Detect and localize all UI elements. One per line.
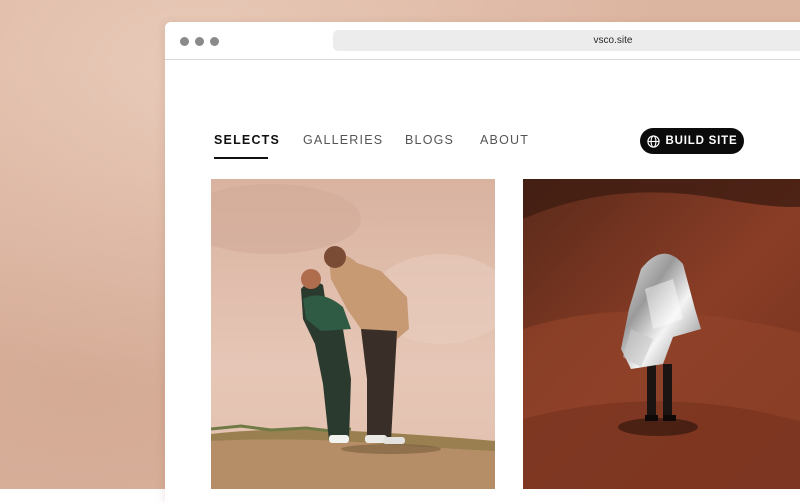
nav-item-galleries[interactable]: GALLERIES	[303, 133, 383, 147]
active-nav-underline	[214, 157, 268, 159]
globe-icon	[646, 134, 660, 148]
browser-chrome: vsco.site	[165, 22, 800, 60]
address-bar-url: vsco.site	[593, 35, 633, 46]
window-minimize-dot[interactable]	[195, 37, 204, 46]
window-close-dot[interactable]	[180, 37, 189, 46]
window-maximize-dot[interactable]	[210, 37, 219, 46]
nav-item-blogs[interactable]: BLOGS	[405, 133, 454, 147]
build-site-label: BUILD SITE	[665, 135, 738, 147]
nav-item-about[interactable]: ABOUT	[480, 133, 529, 147]
gallery-photo-couple[interactable]	[211, 179, 495, 489]
gallery-photo-foil-figure[interactable]	[523, 179, 800, 489]
site-nav: SELECTS GALLERIES BLOGS ABOUT BUILD SITE	[165, 59, 800, 179]
browser-window: vsco.site SELECTS GALLERIES BLOGS ABOUT …	[165, 22, 800, 502]
nav-item-selects[interactable]: SELECTS	[214, 133, 280, 147]
build-site-button[interactable]: BUILD SITE	[640, 128, 744, 154]
address-bar[interactable]: vsco.site	[333, 30, 800, 51]
